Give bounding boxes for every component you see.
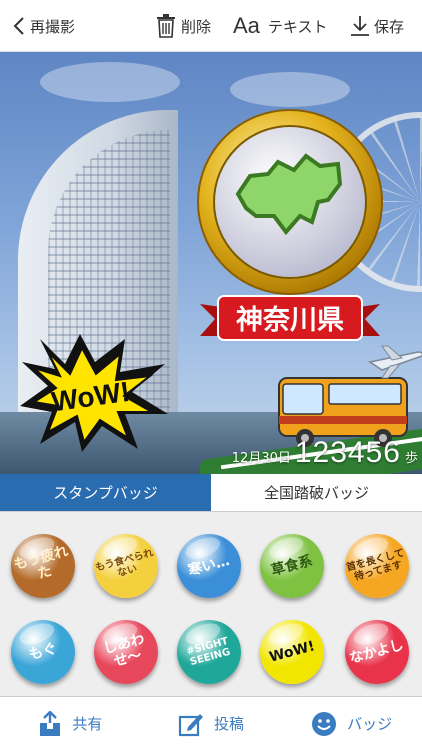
chevron-left-icon: [13, 17, 24, 35]
wow-burst-stamp[interactable]: WoW!: [20, 334, 170, 454]
share-label: 共有: [72, 715, 103, 733]
text-label: テキスト: [267, 17, 328, 36]
tab-national-badge[interactable]: 全国踏破バッジ: [211, 474, 422, 511]
text-aa-icon: Aa: [233, 13, 260, 38]
post-label: 投稿: [214, 715, 245, 733]
badge-item[interactable]: 首を長くして待ってます: [345, 534, 409, 598]
delete-button[interactable]: 削除: [155, 0, 211, 52]
photo-canvas[interactable]: 神奈川県 WoW! 12月30日 123456 歩: [0, 52, 422, 474]
top-toolbar: 再撮影 削除 Aa テキスト 保存: [0, 0, 422, 52]
step-count: 123456: [294, 436, 401, 469]
step-counter: 12月30日 123456 歩: [232, 436, 418, 470]
prefecture-badge-stamp[interactable]: 神奈川県: [190, 104, 390, 364]
compose-icon: [178, 713, 203, 736]
badge-item[interactable]: WoW!: [260, 620, 324, 684]
badge-label: バッジ: [347, 715, 393, 733]
badge-item[interactable]: なかよし: [345, 620, 409, 684]
step-unit: 歩: [404, 451, 418, 466]
step-date: 12月30日: [231, 451, 291, 466]
download-icon: [351, 16, 369, 36]
badge-item[interactable]: もう疲れた: [11, 534, 75, 598]
badge-item[interactable]: 草食系: [260, 534, 324, 598]
cloud: [230, 72, 350, 107]
save-button[interactable]: 保存: [350, 0, 404, 52]
badge-item[interactable]: もぐ: [11, 620, 75, 684]
badge-button[interactable]: バッジ: [281, 697, 422, 750]
text-button[interactable]: Aa テキスト: [233, 0, 327, 52]
post-button[interactable]: 投稿: [141, 697, 282, 750]
cloud: [40, 62, 180, 102]
retake-button[interactable]: 再撮影: [12, 0, 75, 52]
badge-tabs: スタンプバッジ 全国踏破バッジ: [0, 474, 422, 512]
retake-label: 再撮影: [30, 17, 76, 36]
badge-item[interactable]: 寒い…: [177, 534, 241, 598]
badge-item[interactable]: しあわせ〜: [94, 620, 158, 684]
airplane-icon: [368, 345, 422, 379]
tab-stamp-badge[interactable]: スタンプバッジ: [0, 474, 211, 511]
share-icon: [40, 710, 61, 736]
share-button[interactable]: 共有: [0, 697, 141, 750]
smiley-icon: [312, 711, 337, 736]
badge-item[interactable]: #SIGHT SEEING: [177, 620, 241, 684]
badge-grid: もう疲れた もう食べられない 寒い… 草食系 首を長くして待ってます もぐ しあ…: [0, 512, 422, 696]
save-label: 保存: [374, 17, 405, 36]
bottom-toolbar: 共有 投稿 バッジ: [0, 696, 422, 750]
delete-label: 削除: [181, 17, 212, 36]
prefecture-label: 神奈川県: [236, 305, 344, 336]
badge-item[interactable]: もう食べられない: [94, 534, 158, 598]
trash-icon: [157, 14, 175, 38]
